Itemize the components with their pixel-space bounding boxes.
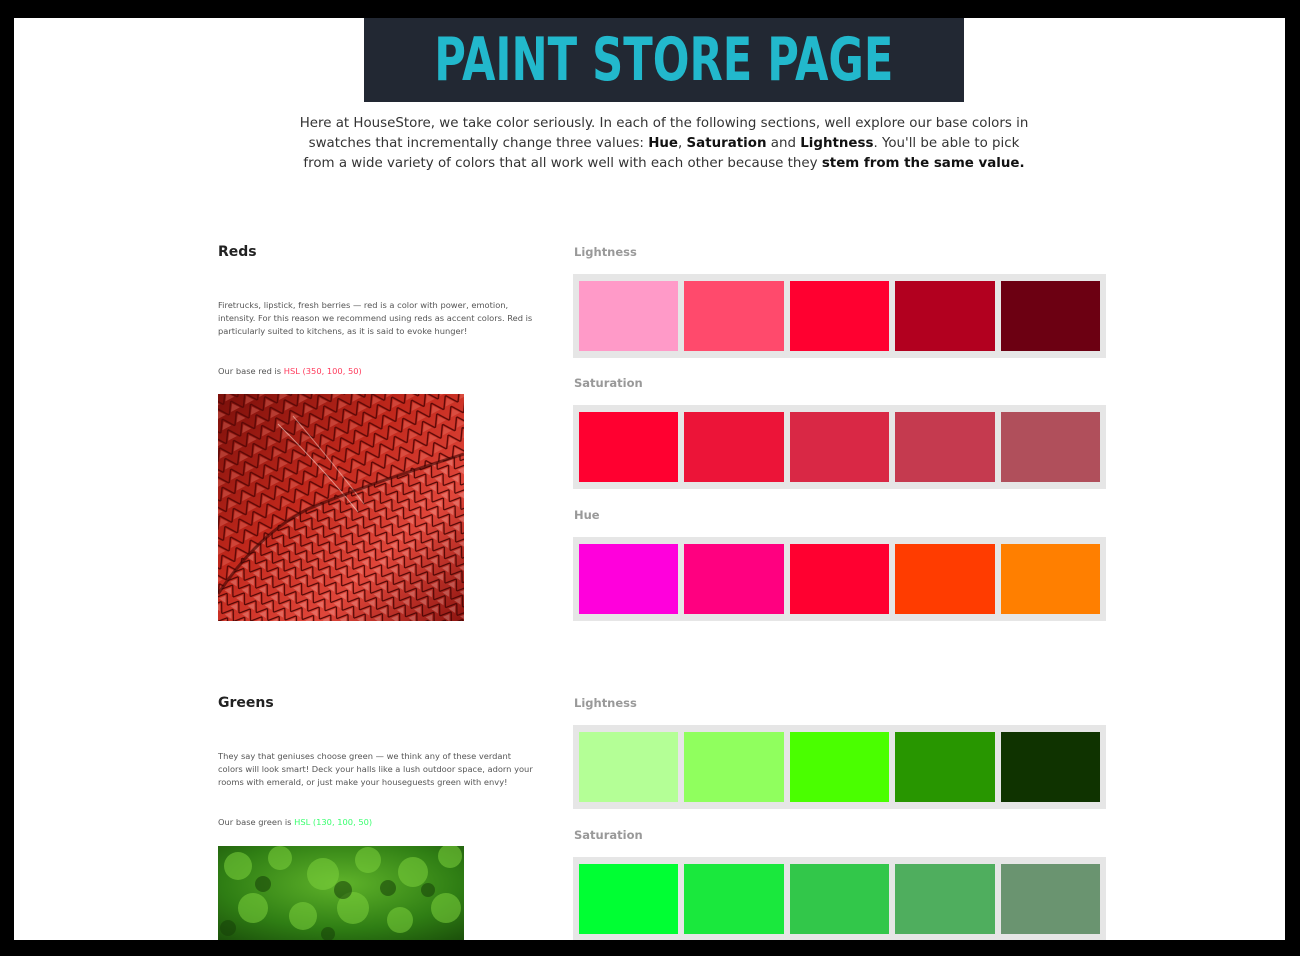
greens-photo [218,846,464,940]
reds-hue-swatch-4[interactable] [895,544,995,614]
reds-hue-swatch-5[interactable] [1000,544,1101,614]
banner-title: PAINT STORE PAGE [434,25,894,95]
greens-lightness-swatch-3[interactable] [789,732,890,802]
reds-hue-swatch-1[interactable] [579,544,679,614]
page-banner: PAINT STORE PAGE [364,18,964,102]
greens-lightness-swatches [573,725,1106,809]
reds-photo [218,394,464,621]
greens-lightness-swatch-1[interactable] [579,732,679,802]
greens-saturation-swatch-2[interactable] [684,864,784,934]
reds-saturation-swatches [573,405,1106,489]
reds-lightness-swatch-4[interactable] [895,281,995,351]
greens-lightness-swatch-2[interactable] [684,732,784,802]
intro-hue: Hue [648,136,679,151]
intro-and: and [766,136,801,151]
greens-saturation-swatch-5[interactable] [1000,864,1101,934]
greens-saturation-swatches [573,857,1106,940]
greens-lightness-swatch-5[interactable] [1000,732,1101,802]
greens-saturation-swatch-1[interactable] [579,864,679,934]
intro-saturation: Saturation [686,136,767,151]
greens-lightness-swatch-4[interactable] [895,732,995,802]
intro-stem: stem from the same value. [821,156,1025,171]
reds-hue-label: Hue [574,508,600,522]
reds-saturation-label: Saturation [574,376,643,390]
reds-lightness-swatch-2[interactable] [684,281,784,351]
greens-title: Greens [218,695,274,711]
reds-base-color: Our base red is HSL (350, 100, 50) [218,366,362,376]
reds-title: Reds [218,244,257,260]
intro-comma: , [678,136,687,151]
reds-hue-swatch-2[interactable] [684,544,784,614]
greens-base-color: Our base green is HSL (130, 100, 50) [218,817,372,827]
reds-saturation-swatch-5[interactable] [1000,412,1101,482]
reds-hue-swatches [573,537,1106,621]
reds-lightness-label: Lightness [574,245,637,259]
greens-saturation-swatch-4[interactable] [895,864,995,934]
reds-saturation-swatch-3[interactable] [789,412,890,482]
reds-lightness-swatch-5[interactable] [1000,281,1101,351]
reds-lightness-swatch-1[interactable] [579,281,679,351]
paint-store-page: PAINT STORE PAGE Here at HouseStore, we … [14,18,1285,940]
intro-lightness: Lightness [800,136,874,151]
reds-saturation-swatch-2[interactable] [684,412,784,482]
reds-lightness-swatches [573,274,1106,358]
greens-lightness-label: Lightness [574,696,637,710]
greens-base-prefix: Our base green is [218,817,295,827]
intro-paragraph: Here at HouseStore, we take color seriou… [294,114,1034,174]
reds-base-value: HSL (350, 100, 50) [283,366,362,376]
greens-base-value: HSL (130, 100, 50) [294,817,373,827]
reds-description: Firetrucks, lipstick, fresh berries — re… [218,300,533,336]
reds-base-prefix: Our base red is [218,366,284,376]
reds-saturation-swatch-1[interactable] [579,412,679,482]
greens-description: They say that geniuses choose green — we… [218,751,533,787]
reds-lightness-swatch-3[interactable] [789,281,890,351]
reds-saturation-swatch-4[interactable] [895,412,995,482]
greens-saturation-swatch-3[interactable] [789,864,890,934]
greens-saturation-label: Saturation [574,828,643,842]
reds-hue-swatch-3[interactable] [789,544,890,614]
